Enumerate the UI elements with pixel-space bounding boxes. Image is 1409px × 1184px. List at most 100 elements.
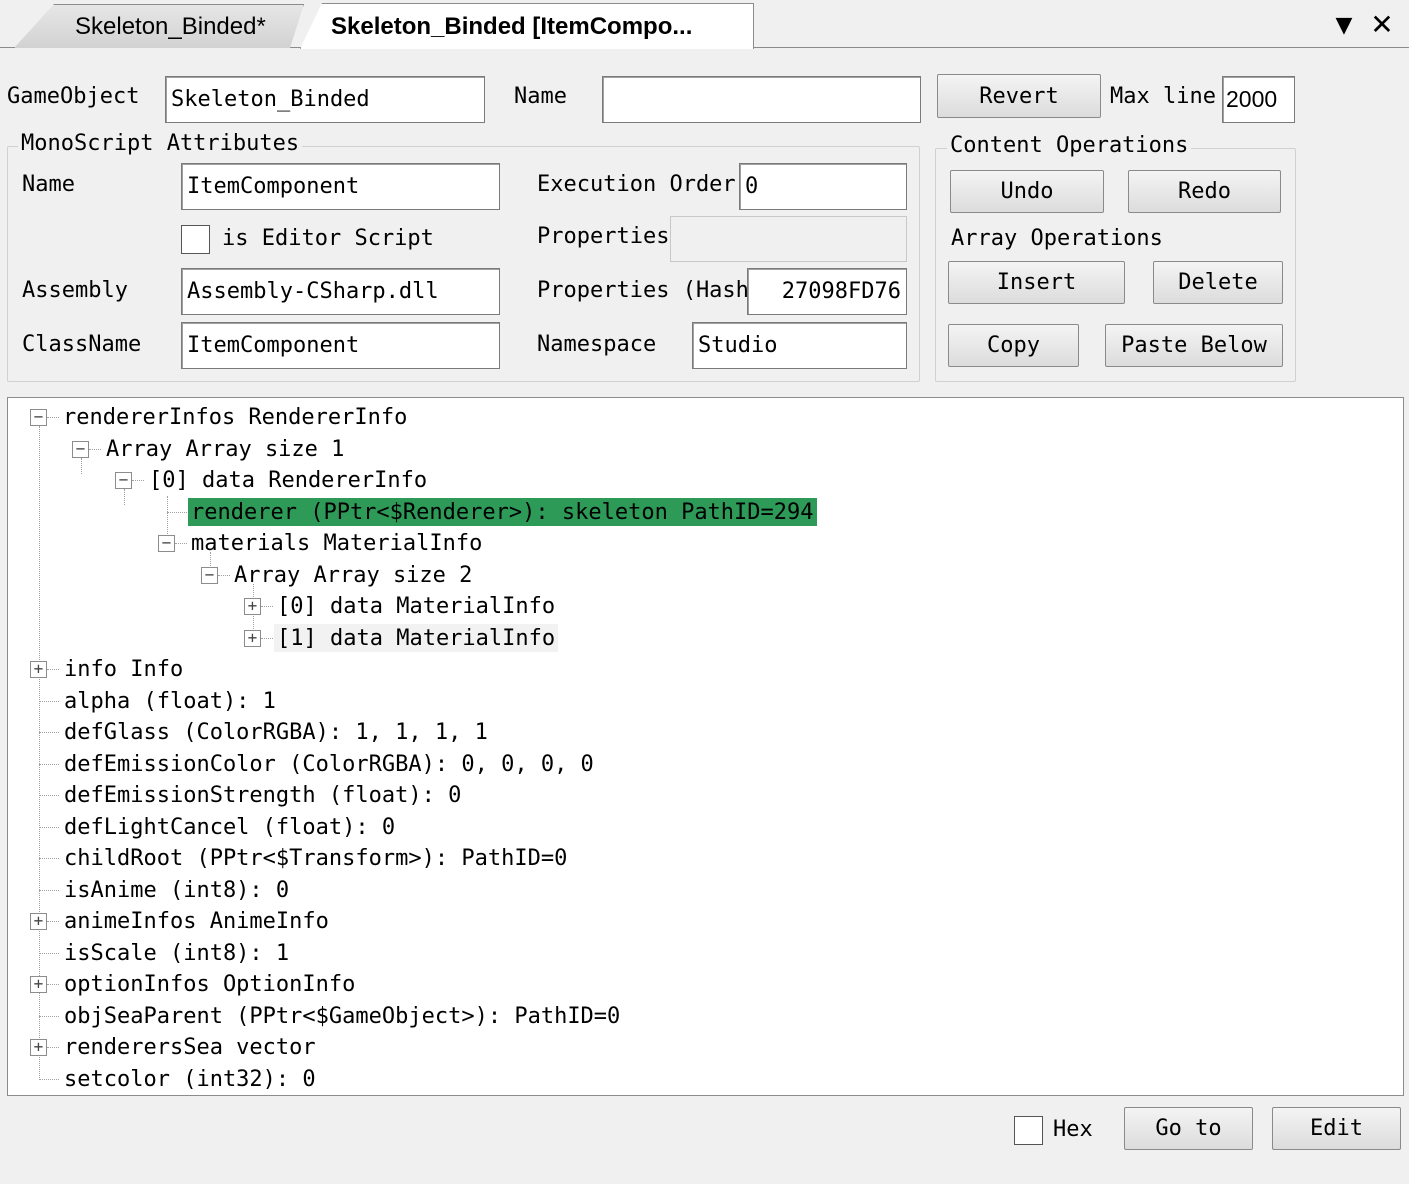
expand-icon[interactable]: + (244, 630, 261, 647)
tree-row-label: materials MaterialInfo (191, 530, 483, 556)
tree-connector (132, 480, 144, 481)
tree-row-label: [0] data MaterialInfo (277, 593, 556, 619)
tree-row[interactable]: − Array Array size 1 (8, 433, 347, 465)
paste-below-button[interactable]: Paste Below (1105, 324, 1283, 367)
tree-row-label: optionInfos OptionInfo (64, 971, 356, 997)
tree-row[interactable]: defEmissionStrength (float): 0 (8, 779, 464, 811)
mono-name-field[interactable]: ItemComponent (181, 163, 500, 210)
tree-row[interactable]: + optionInfos OptionInfo (8, 968, 358, 1000)
tree-row-label: alpha (float): 1 (64, 688, 276, 714)
revert-button[interactable]: Revert (937, 74, 1101, 118)
expand-icon[interactable]: + (30, 976, 47, 993)
mono-name-label: Name (22, 172, 75, 197)
tree-row[interactable]: + [1] data MaterialInfo (8, 622, 559, 654)
tree-row[interactable]: − rendererInfos RendererInfo (8, 401, 410, 433)
tree-row-label: defEmissionColor (ColorRGBA): 0, 0, 0, 0 (64, 751, 594, 777)
properties-hash-field[interactable]: 27098FD76 (747, 268, 907, 315)
tree-row-label: [0] data RendererInfo (149, 467, 428, 493)
tree-connector (47, 669, 59, 670)
tab-skeleton-binded-itemcomponent[interactable]: Skeleton_Binded [ItemCompo... (300, 3, 754, 49)
tree-connector (39, 827, 59, 828)
tree-row[interactable]: objSeaParent (PPtr<$GameObject>): PathID… (8, 1000, 623, 1032)
tree-connector (89, 449, 101, 450)
tree-row-label: setcolor (int32): 0 (64, 1066, 316, 1092)
gameobject-label: GameObject (7, 84, 140, 109)
tree-row[interactable]: isScale (int8): 1 (8, 937, 292, 969)
namespace-field[interactable]: Studio (692, 322, 907, 369)
tree-row-label: objSeaParent (PPtr<$GameObject>): PathID… (64, 1003, 621, 1029)
tree-connector (261, 638, 273, 639)
tree-connector (218, 575, 230, 576)
tree-row[interactable]: − materials MaterialInfo (8, 527, 485, 559)
tree-row-label: Array Array size 2 (234, 562, 473, 588)
properties-field (670, 216, 907, 262)
name-field[interactable] (602, 76, 921, 123)
tree-connector (261, 606, 273, 607)
edit-button[interactable]: Edit (1272, 1107, 1401, 1150)
delete-button[interactable]: Delete (1153, 261, 1283, 304)
tree-row[interactable]: alpha (float): 1 (8, 685, 279, 717)
tree-row-selected[interactable]: renderer (PPtr<$Renderer>): skeleton Pat… (8, 496, 817, 528)
tree-connector (167, 512, 187, 513)
expand-icon[interactable]: + (30, 1039, 47, 1056)
tree-connector (175, 543, 187, 544)
tree-row-label: isScale (int8): 1 (64, 940, 290, 966)
tree-row-label: renderer (PPtr<$Renderer>): skeleton Pat… (188, 498, 817, 526)
max-line-field[interactable]: 2000 (1222, 76, 1295, 123)
collapse-icon[interactable]: − (201, 567, 218, 584)
execution-order-field[interactable]: 0 (739, 163, 907, 210)
content-operations-label: Content Operations (947, 135, 1192, 157)
tree-connector (39, 732, 59, 733)
tree-view[interactable]: − rendererInfos RendererInfo − Array Arr… (7, 397, 1404, 1096)
copy-button[interactable]: Copy (948, 324, 1079, 367)
tree-row[interactable]: defEmissionColor (ColorRGBA): 0, 0, 0, 0 (8, 748, 597, 780)
max-line-label: Max line (1110, 84, 1216, 109)
tree-connector (47, 1047, 59, 1048)
insert-button[interactable]: Insert (948, 261, 1125, 304)
tree-row[interactable]: + renderersSea vector (8, 1031, 319, 1063)
undo-button[interactable]: Undo (950, 170, 1104, 213)
tree-row[interactable]: + [0] data MaterialInfo (8, 590, 558, 622)
tree-row[interactable]: childRoot (PPtr<$Transform>): PathID=0 (8, 842, 570, 874)
tree-row-label: defEmissionStrength (float): 0 (64, 782, 462, 808)
tab-skeleton-binded[interactable]: Skeleton_Binded* (14, 4, 304, 48)
classname-label: ClassName (22, 332, 142, 357)
classname-field[interactable]: ItemComponent (181, 322, 500, 369)
tree-connector (47, 984, 59, 985)
tree-row-label: rendererInfos RendererInfo (63, 404, 408, 430)
gameobject-field[interactable]: Skeleton_Binded (165, 76, 485, 123)
tree-row[interactable]: setcolor (int32): 0 (8, 1063, 319, 1095)
expand-icon[interactable]: + (244, 598, 261, 615)
tree-row[interactable]: + animeInfos AnimeInfo (8, 905, 332, 937)
tree-row[interactable]: defLightCancel (float): 0 (8, 811, 398, 843)
tree-row[interactable]: isAnime (int8): 0 (8, 874, 292, 906)
tree-connector (47, 921, 59, 922)
collapse-icon[interactable]: − (115, 472, 132, 489)
execution-order-label: Execution Order (537, 172, 736, 197)
tree-row-label: Array Array size 1 (106, 436, 345, 462)
collapse-icon[interactable]: − (158, 535, 175, 552)
tree-row[interactable]: defGlass (ColorRGBA): 1, 1, 1, 1 (8, 716, 491, 748)
expand-icon[interactable]: + (30, 913, 47, 930)
collapse-icon[interactable]: − (72, 441, 89, 458)
tree-row-label: [1] data MaterialInfo (274, 624, 559, 652)
redo-button[interactable]: Redo (1128, 170, 1281, 213)
expand-icon[interactable]: + (30, 661, 47, 678)
collapse-icon[interactable]: − (30, 409, 47, 426)
namespace-label: Namespace (537, 332, 657, 357)
go-to-button[interactable]: Go to (1124, 1107, 1253, 1150)
assembly-field[interactable]: Assembly-CSharp.dll (181, 268, 500, 315)
hex-checkbox[interactable] (1014, 1116, 1043, 1145)
chevron-down-icon[interactable]: ▼ (1330, 10, 1358, 40)
tree-row-label: defLightCancel (float): 0 (64, 814, 396, 840)
tree-connector (39, 953, 59, 954)
tree-row[interactable]: + info Info (8, 653, 186, 685)
properties-hash-label: Properties (Hash) (537, 278, 763, 303)
tree-row[interactable]: − [0] data RendererInfo (8, 464, 430, 496)
close-icon[interactable]: ✕ (1366, 8, 1398, 41)
tree-connector (39, 764, 59, 765)
tree-row[interactable]: − Array Array size 2 (8, 559, 475, 591)
is-editor-script-checkbox[interactable] (181, 225, 210, 254)
monoscript-group-label: MonoScript Attributes (18, 133, 303, 155)
array-operations-label: Array Operations (951, 226, 1163, 251)
